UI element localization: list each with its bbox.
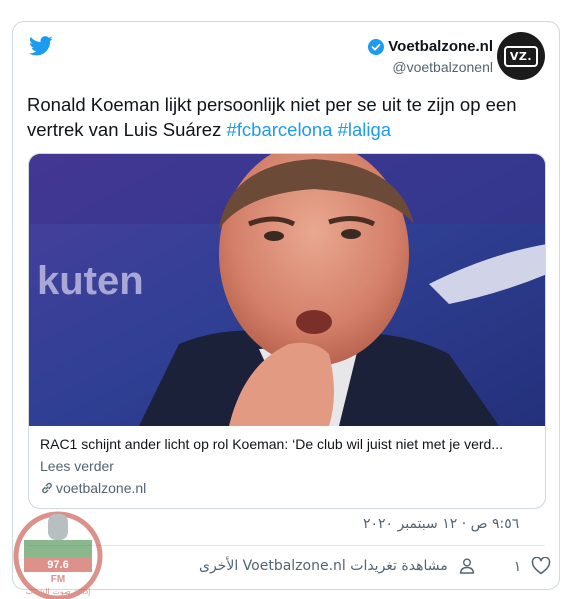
author-handle[interactable]: @voetbalzonenl	[368, 59, 493, 75]
tweet-text: Ronald Koeman lijkt persoonlijk niet per…	[27, 92, 547, 142]
link-preview-description[interactable]: Lees verder	[40, 458, 540, 474]
radio-watermark-logo: 97.6 FM إذاعة صوت الشباب	[13, 511, 103, 599]
avatar-logo: VZ.	[503, 45, 539, 67]
link-preview-card[interactable]: kuten RAC1 schijnt ander licht op rol Ko…	[28, 153, 546, 509]
link-domain-text: voetbalzone.nl	[56, 480, 147, 496]
watermark-caption: إذاعة صوت الشباب	[26, 587, 91, 597]
heart-icon[interactable]	[531, 557, 551, 575]
verified-badge-icon	[368, 38, 385, 55]
photo-sponsor-text: kuten	[37, 259, 144, 303]
tweet-author[interactable]: Voetbalzone.nl @voetbalzonenl	[368, 38, 493, 75]
hashtag-link[interactable]: #laliga	[338, 119, 392, 140]
like-count: ١	[513, 557, 522, 574]
link-preview-title[interactable]: RAC1 schijnt ander licht op rol Koeman: …	[40, 436, 540, 452]
link-preview-domain[interactable]: voetbalzone.nl	[40, 480, 540, 496]
watermark-band: FM	[51, 574, 65, 585]
more-tweets-link[interactable]: مشاهدة تغريدات Voetbalzone.nl الأخرى	[199, 558, 448, 574]
twitter-bird-icon[interactable]	[29, 36, 53, 56]
link-preview-meta: RAC1 schijnt ander licht op rol Koeman: …	[40, 436, 540, 496]
tweet-timestamp[interactable]: ٩:٥٦ ص · ١٢ سبتمبر ٢٠٢٠	[363, 516, 519, 532]
link-icon	[42, 482, 52, 494]
author-display-name[interactable]: Voetbalzone.nl	[388, 38, 493, 55]
link-preview-image: kuten	[29, 154, 545, 426]
person-icon[interactable]	[458, 557, 476, 575]
avatar[interactable]: VZ.	[497, 32, 545, 80]
hashtag-link[interactable]: #fcbarcelona	[226, 119, 332, 140]
tweet-actions: مشاهدة تغريدات Voetbalzone.nl الأخرى ١	[199, 557, 551, 575]
tweet-embed-card: Voetbalzone.nl @voetbalzonenl VZ. Ronald…	[12, 21, 560, 590]
watermark-frequency: 97.6	[47, 559, 68, 571]
